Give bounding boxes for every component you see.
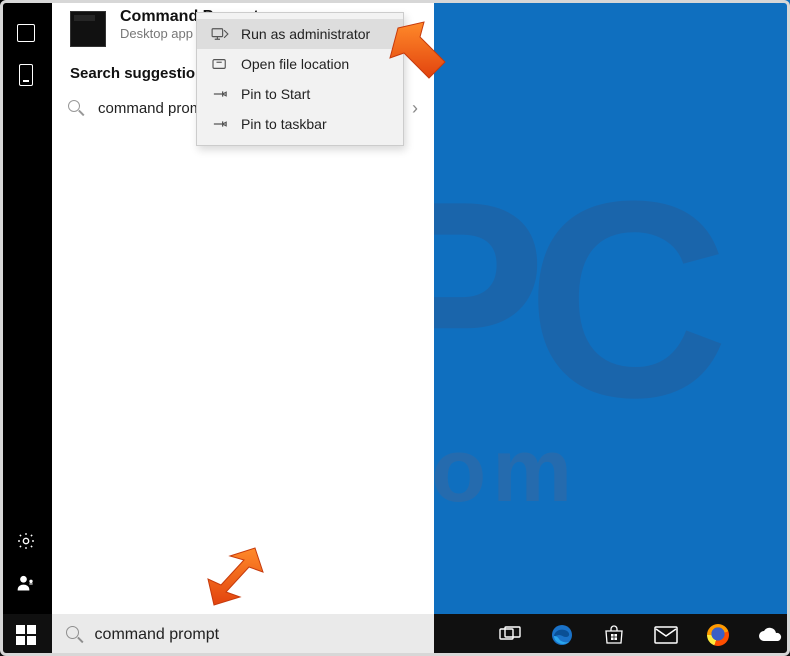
pin-icon — [211, 86, 229, 102]
store-icon — [603, 624, 625, 646]
start-rail — [0, 0, 52, 614]
folder-open-icon — [211, 56, 229, 72]
rail-device-icon[interactable] — [0, 54, 52, 96]
account-button[interactable] — [0, 562, 52, 604]
store-button[interactable] — [600, 614, 628, 656]
firefox-icon — [707, 624, 729, 646]
mail-icon — [654, 626, 678, 644]
person-icon — [16, 573, 36, 593]
menu-item-label: Run as administrator — [241, 26, 370, 42]
task-view-button[interactable] — [496, 614, 524, 656]
onedrive-button[interactable] — [756, 614, 784, 656]
cmd-icon — [70, 11, 106, 47]
start-button[interactable] — [0, 614, 52, 656]
menu-open-file-location[interactable]: Open file location — [197, 49, 403, 79]
search-input[interactable] — [95, 626, 420, 644]
menu-item-label: Pin to taskbar — [241, 116, 327, 132]
search-icon — [68, 100, 86, 118]
windows-logo-icon — [16, 625, 36, 645]
menu-pin-to-taskbar[interactable]: Pin to taskbar — [197, 109, 403, 139]
menu-pin-to-start[interactable]: Pin to Start — [197, 79, 403, 109]
run-admin-icon — [211, 26, 229, 42]
rail-recent-icon[interactable] — [0, 12, 52, 54]
search-icon — [66, 626, 83, 644]
annotation-arrow-bottom — [200, 540, 270, 618]
chevron-right-icon[interactable]: › — [412, 98, 418, 119]
taskbar-pins — [496, 614, 784, 656]
onedrive-icon — [757, 626, 783, 644]
menu-run-as-admin[interactable]: Run as administrator — [197, 19, 403, 49]
gear-icon — [16, 531, 36, 551]
pin-icon — [211, 116, 229, 132]
firefox-button[interactable] — [704, 614, 732, 656]
taskbar-search-box[interactable] — [52, 614, 434, 656]
menu-item-label: Open file location — [241, 56, 349, 72]
taskbar — [0, 614, 790, 656]
edge-button[interactable] — [548, 614, 576, 656]
annotation-arrow-top — [388, 16, 448, 96]
context-menu: Run as administrator Open file location … — [196, 12, 404, 146]
edge-icon — [550, 623, 574, 647]
menu-item-label: Pin to Start — [241, 86, 310, 102]
settings-button[interactable] — [0, 520, 52, 562]
task-view-icon — [499, 626, 521, 644]
mail-button[interactable] — [652, 614, 680, 656]
